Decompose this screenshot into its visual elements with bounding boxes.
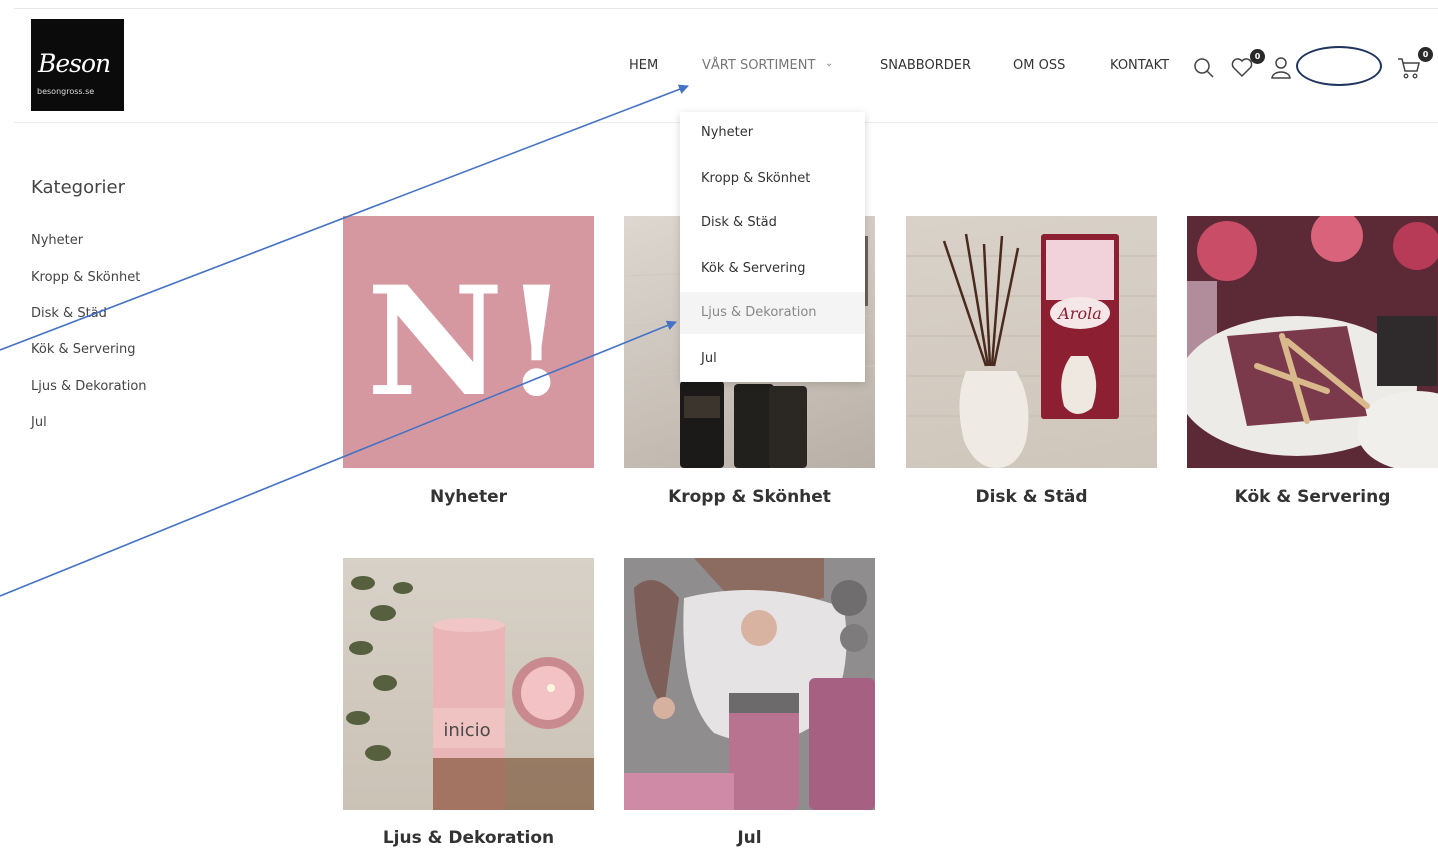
nav-snabborder[interactable]: SNABBORDER <box>880 58 971 73</box>
nav-hem[interactable]: HEM <box>629 58 658 73</box>
dropdown-item-kropp-skonhet[interactable]: Kropp & Skönhet <box>680 158 865 200</box>
logo-script: Beson <box>38 49 111 78</box>
sortiment-dropdown: Nyheter Kropp & Skönhet Disk & Städ Kök … <box>680 112 865 382</box>
sidebar-title: Kategorier <box>31 177 125 198</box>
category-image-kok-servering[interactable] <box>1187 216 1438 468</box>
sidebar-item-nyheter[interactable]: Nyheter <box>31 233 83 248</box>
nyheter-mark: N! <box>367 254 570 430</box>
category-label-disk-stad[interactable]: Disk & Städ <box>906 487 1157 507</box>
cart-count-badge: 0 <box>1418 47 1433 62</box>
nav-om-oss[interactable]: OM OSS <box>1013 58 1065 73</box>
top-divider <box>14 8 1438 9</box>
category-image-jul[interactable] <box>624 558 875 810</box>
sidebar-item-kropp-skonhet[interactable]: Kropp & Skönhet <box>31 270 140 285</box>
nav-kontakt[interactable]: KONTAKT <box>1110 58 1169 73</box>
sidebar-item-disk-stad[interactable]: Disk & Städ <box>31 306 107 321</box>
user-icon[interactable] <box>1268 54 1294 80</box>
sidebar-item-ljus-dekoration[interactable]: Ljus & Dekoration <box>31 379 147 394</box>
sidebar-item-kok-servering[interactable]: Kök & Servering <box>31 342 136 357</box>
logo-url: besongross.se <box>37 87 95 96</box>
site-logo[interactable]: Beson besongross.se <box>31 19 124 111</box>
dropdown-item-ljus-dekoration[interactable]: Ljus & Dekoration <box>680 292 865 334</box>
cart-icon[interactable] <box>1396 56 1422 80</box>
nav-vart-sortiment[interactable]: VÅRT SORTIMENT <box>702 58 815 73</box>
category-label-kok-servering[interactable]: Kök & Servering <box>1187 487 1438 507</box>
search-icon[interactable] <box>1192 56 1216 80</box>
category-label-nyheter[interactable]: Nyheter <box>343 487 594 507</box>
category-image-disk-stad[interactable]: Arola <box>906 216 1157 468</box>
category-image-ljus-dekoration[interactable]: inicio <box>343 558 594 810</box>
category-label-jul[interactable]: Jul <box>624 828 875 848</box>
wishlist-count-badge: 0 <box>1250 49 1265 64</box>
arola-label: Arola <box>1056 304 1102 323</box>
dropdown-item-disk-stad[interactable]: Disk & Städ <box>680 202 865 244</box>
category-label-ljus-dekoration[interactable]: Ljus & Dekoration <box>343 828 594 848</box>
inicio-label: inicio <box>443 720 490 741</box>
dropdown-item-nyheter[interactable]: Nyheter <box>680 112 865 154</box>
sidebar-item-jul[interactable]: Jul <box>31 415 47 430</box>
category-image-nyheter[interactable]: N! <box>343 216 594 468</box>
category-label-kropp-skonhet[interactable]: Kropp & Skönhet <box>624 487 875 507</box>
dropdown-item-kok-servering[interactable]: Kök & Servering <box>680 248 865 290</box>
dropdown-item-jul[interactable]: Jul <box>680 338 865 380</box>
annotation-ellipse <box>1296 46 1382 86</box>
chevron-down-icon: ⌄ <box>825 58 834 69</box>
